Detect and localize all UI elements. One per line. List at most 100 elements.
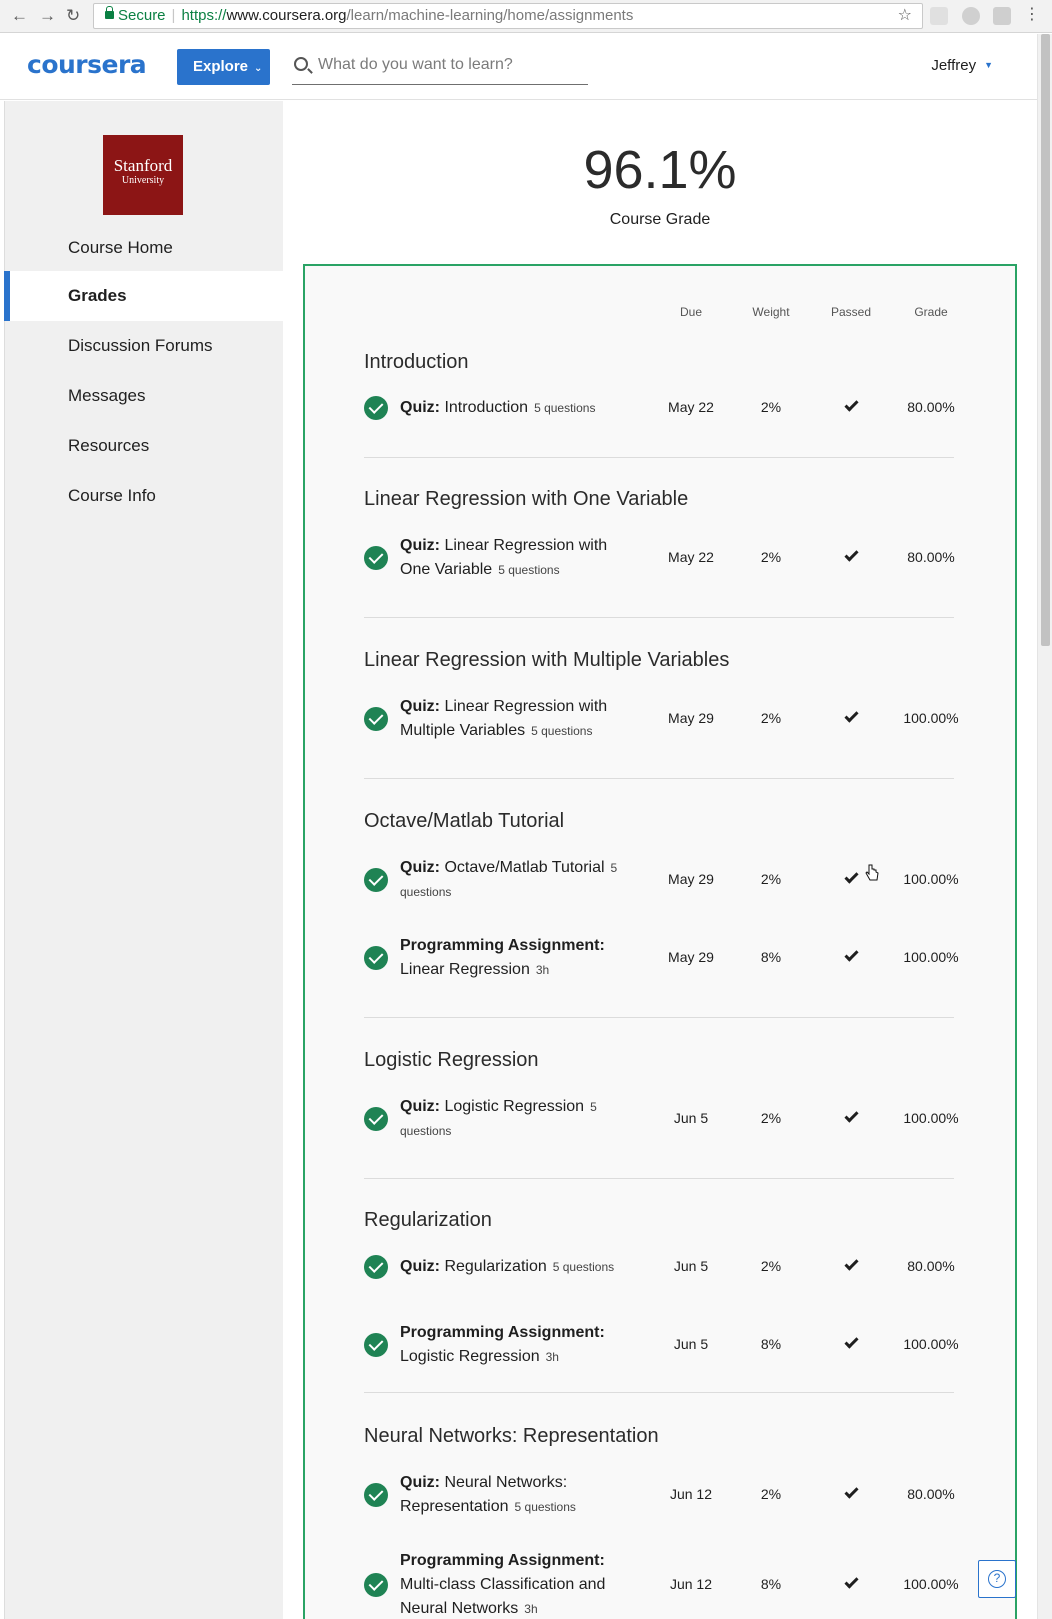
assignment-row[interactable]: Quiz: Regularization 5 questions Jun 5 2% 80… (364, 1255, 955, 1279)
passed-check-icon (811, 708, 891, 727)
assignment-link[interactable]: Programming Assignment: Logistic Regress… (400, 1321, 628, 1369)
assignment-link[interactable]: Quiz: Regularization 5 questions (400, 1255, 628, 1279)
assignment-meta: 5 questions (531, 724, 593, 738)
assignment-row[interactable]: Programming Assignment: Multi-class Clas… (364, 1549, 959, 1619)
assignment-row[interactable]: Programming Assignment: Logistic Regress… (364, 1321, 959, 1369)
section-divider (364, 778, 954, 779)
assignment-type: Quiz: (400, 399, 440, 416)
explore-button[interactable]: Explore ⌄ (177, 49, 270, 85)
passed-check-icon (811, 869, 891, 888)
search-icon[interactable] (294, 57, 308, 71)
hand-cursor-icon (865, 864, 879, 881)
back-icon[interactable]: ← (11, 6, 28, 26)
completed-check-icon (364, 1255, 388, 1279)
extension-icon[interactable] (993, 7, 1011, 25)
completed-check-icon (364, 1573, 388, 1597)
assignment-row[interactable]: Quiz: Introduction 5 questions May 22 2% 80.… (364, 396, 955, 420)
assignment-row[interactable]: Quiz: Logistic Regression 5 questions Jun … (364, 1095, 959, 1143)
assignment-type: Quiz: (400, 1098, 440, 1115)
weight: 8% (760, 949, 782, 965)
help-icon: ? (988, 1570, 1006, 1588)
search-input[interactable] (318, 53, 583, 77)
assignment-name: Introduction (444, 399, 529, 416)
sidebar-item[interactable]: Course Info (5, 471, 284, 521)
assignment-type: Programming Assignment: (400, 937, 605, 954)
assignment-meta: 3h (545, 1350, 559, 1364)
sidebar-item[interactable]: Resources (5, 421, 284, 471)
assignment-type: Quiz: (400, 1474, 440, 1491)
address-bar[interactable]: Secure | https://www.coursera.org/learn/ma… (93, 3, 923, 29)
completed-check-icon (364, 868, 388, 892)
passed-check-icon (811, 397, 891, 416)
sidebar-item[interactable]: Grades (4, 271, 284, 321)
assignment-name: Logistic Regression (400, 1348, 540, 1365)
weight: 2% (760, 1110, 782, 1126)
coursera-logo[interactable]: coursera (27, 50, 147, 79)
help-button[interactable]: ? (978, 1560, 1016, 1598)
user-name: Jeffrey (931, 57, 977, 74)
assignment-link[interactable]: Quiz: Linear Regression with One Variabl… (400, 534, 628, 582)
assignment-name: Multi-class Classification and Neural Ne… (400, 1576, 606, 1617)
grade: 80.00% (907, 1486, 955, 1502)
due-date: Jun 12 (669, 1576, 713, 1592)
reload-icon[interactable]: ↻ (66, 6, 80, 26)
week-title: Linear Regression with One Variable (364, 488, 689, 510)
assignment-row[interactable]: Quiz: Linear Regression with Multiple Va… (364, 695, 959, 743)
due-date: May 29 (668, 871, 714, 887)
assignment-link[interactable]: Quiz: Octave/Matlab Tutorial 5 questions (400, 856, 628, 904)
weight: 8% (760, 1576, 782, 1592)
due-date: May 22 (668, 399, 714, 415)
scrollbar-thumb[interactable] (1041, 34, 1050, 646)
university-subtitle: University (121, 175, 165, 186)
extension-globe-icon[interactable] (962, 7, 980, 25)
grade: 80.00% (907, 399, 955, 415)
assignment-link[interactable]: Quiz: Introduction 5 questions (400, 396, 628, 420)
grade: 100.00% (903, 871, 959, 887)
section-divider (364, 457, 954, 458)
due-date: May 22 (668, 549, 714, 565)
sidebar-item[interactable]: Discussion Forums (5, 321, 284, 371)
grade: 80.00% (907, 549, 955, 565)
assignment-row[interactable]: Quiz: Linear Regression with One Variabl… (364, 534, 955, 582)
assignment-link[interactable]: Programming Assignment: Multi-class Clas… (400, 1549, 628, 1619)
search-box (292, 48, 588, 85)
url-path: /learn/machine-learning/home/assignments (346, 7, 634, 24)
stanford-logo: Stanford University (103, 135, 183, 215)
completed-check-icon (364, 1107, 388, 1131)
assignment-link[interactable]: Quiz: Logistic Regression 5 questions (400, 1095, 628, 1143)
assignment-link[interactable]: Quiz: Linear Regression with Multiple Va… (400, 695, 628, 743)
assignment-meta: 3h (535, 963, 550, 977)
forward-icon[interactable]: → (39, 6, 56, 26)
assignment-link[interactable]: Quiz: Neural Networks: Representation 5 q… (400, 1471, 628, 1519)
user-menu[interactable]: Jeffrey ▼ (931, 57, 993, 74)
due-date: Jun 5 (673, 1258, 709, 1274)
url-scheme: https:// (181, 7, 227, 24)
extension-off-icon[interactable] (930, 7, 948, 25)
week-title: Introduction (364, 351, 469, 373)
university-name: Stanford (113, 156, 173, 175)
assignment-row[interactable]: Programming Assignment: Linear Regressio… (364, 934, 959, 982)
passed-check-icon (811, 1484, 891, 1503)
browser-menu-icon[interactable]: ⋮ (1024, 5, 1040, 25)
lock-icon (105, 6, 114, 19)
column-header: Grade (914, 305, 948, 319)
section-divider (364, 1178, 954, 1179)
assignment-row[interactable]: Quiz: Neural Networks: Representation 5 q… (364, 1471, 955, 1519)
page-scrollbar[interactable] (1037, 34, 1052, 1619)
bookmark-star-icon[interactable]: ☆ (898, 4, 912, 28)
assignment-link[interactable]: Programming Assignment: Linear Regressio… (400, 934, 628, 982)
grade: 100.00% (903, 1576, 959, 1592)
week-title: Logistic Regression (364, 1049, 539, 1071)
grade: 100.00% (903, 1336, 959, 1352)
sidebar-item[interactable]: Messages (5, 371, 284, 421)
assignment-name: Regularization (444, 1258, 547, 1275)
assignment-type: Programming Assignment: (400, 1324, 605, 1341)
completed-check-icon (364, 546, 388, 570)
section-divider (364, 617, 954, 618)
passed-check-icon (811, 1334, 891, 1353)
grade: 100.00% (903, 710, 959, 726)
completed-check-icon (364, 396, 388, 420)
sidebar-item[interactable]: Course Home (5, 223, 284, 273)
assignment-name: Octave/Matlab Tutorial (444, 859, 605, 876)
passed-check-icon (811, 947, 891, 966)
